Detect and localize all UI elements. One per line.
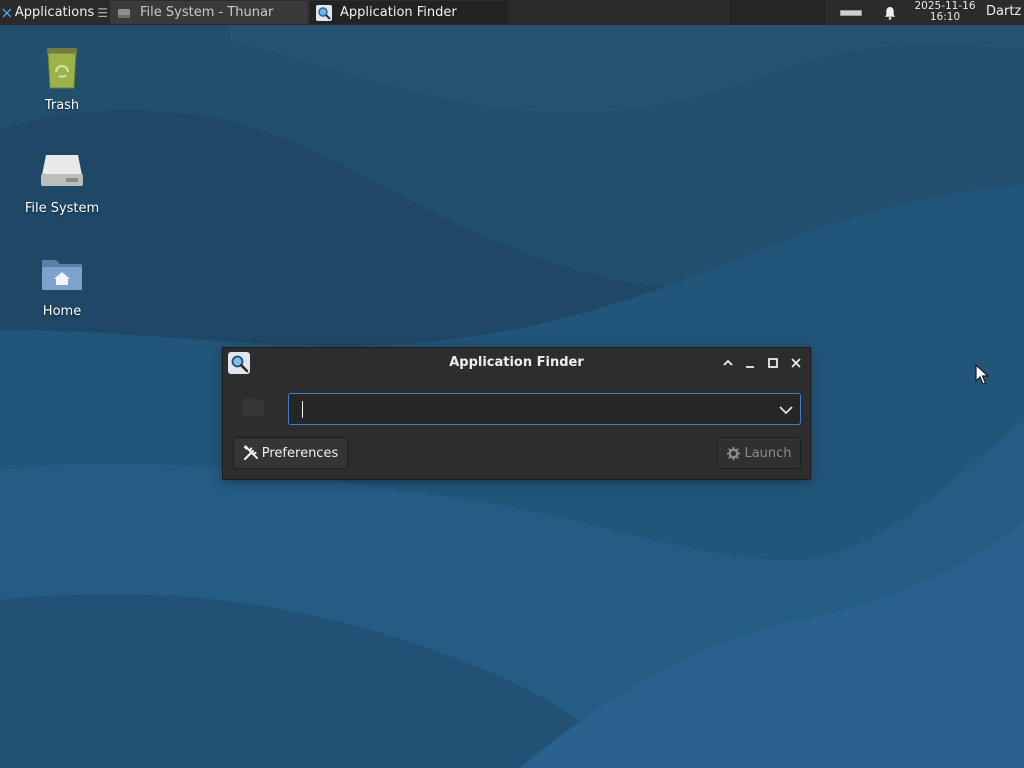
desktop-icon-home[interactable]: Home — [14, 250, 110, 319]
search-icon — [316, 4, 332, 21]
top-panel: Applications ☰ File System - Thunar Appl… — [0, 0, 1024, 25]
bell-icon — [884, 6, 896, 20]
menu-separator-icon: ☰ — [97, 5, 108, 20]
taskbar-item-label: File System - Thunar — [140, 5, 274, 20]
drive-icon — [118, 8, 130, 18]
minimize-button[interactable] — [742, 355, 758, 371]
app-search-combobox[interactable] — [288, 393, 801, 425]
keyboard-layout-icon — [840, 9, 862, 16]
taskbar-item-app-finder[interactable]: Application Finder — [310, 1, 508, 24]
gear-icon — [727, 446, 741, 460]
app-search-input[interactable] — [297, 398, 767, 420]
window-titlebar[interactable]: Application Finder — [223, 348, 810, 378]
mouse-pointer-icon — [975, 364, 989, 385]
chevron-up-icon — [723, 359, 733, 366]
preferences-button[interactable]: Preferences — [233, 437, 348, 469]
user-menu-button[interactable]: Dartz — [986, 4, 1021, 19]
tray-indicator-button[interactable] — [836, 0, 866, 25]
maximize-icon — [768, 358, 778, 368]
clock-time: 16:10 — [929, 11, 961, 23]
panel-empty-area — [730, 0, 826, 25]
desktop-icon-label: Trash — [44, 98, 80, 113]
trash-icon — [47, 48, 77, 89]
notifications-button[interactable] — [878, 0, 902, 25]
home-folder-icon — [42, 260, 82, 290]
maximize-button[interactable] — [765, 355, 781, 371]
tools-icon — [243, 445, 258, 461]
desktop-icon-label: File System — [24, 201, 100, 216]
desktop-icon-trash[interactable]: Trash — [14, 44, 110, 113]
application-finder-window: Application Finder Preferences Launch — [222, 347, 811, 480]
chevron-down-icon[interactable] — [778, 402, 794, 418]
launch-label: Launch — [744, 445, 792, 461]
desktop-icon-label: Home — [42, 304, 82, 319]
drive-icon — [41, 155, 83, 186]
text-caret — [302, 401, 303, 418]
application-placeholder-icon — [242, 398, 264, 416]
applications-menu-button[interactable]: Applications ☰ — [0, 0, 108, 25]
launch-button[interactable]: Launch — [717, 437, 801, 469]
xfce-logo-icon — [2, 8, 12, 17]
preferences-label: Preferences — [261, 445, 339, 461]
close-icon — [791, 358, 801, 368]
close-button[interactable] — [788, 355, 804, 371]
clock[interactable]: 2025-11-16 16:10 — [908, 1, 982, 23]
shade-button[interactable] — [720, 355, 736, 371]
applications-menu-label: Applications — [14, 5, 95, 20]
desktop-icon-file-system[interactable]: File System — [14, 147, 110, 216]
minimize-icon — [746, 366, 754, 368]
taskbar-item-thunar[interactable]: File System - Thunar — [110, 1, 308, 24]
taskbar-item-label: Application Finder — [340, 5, 457, 20]
